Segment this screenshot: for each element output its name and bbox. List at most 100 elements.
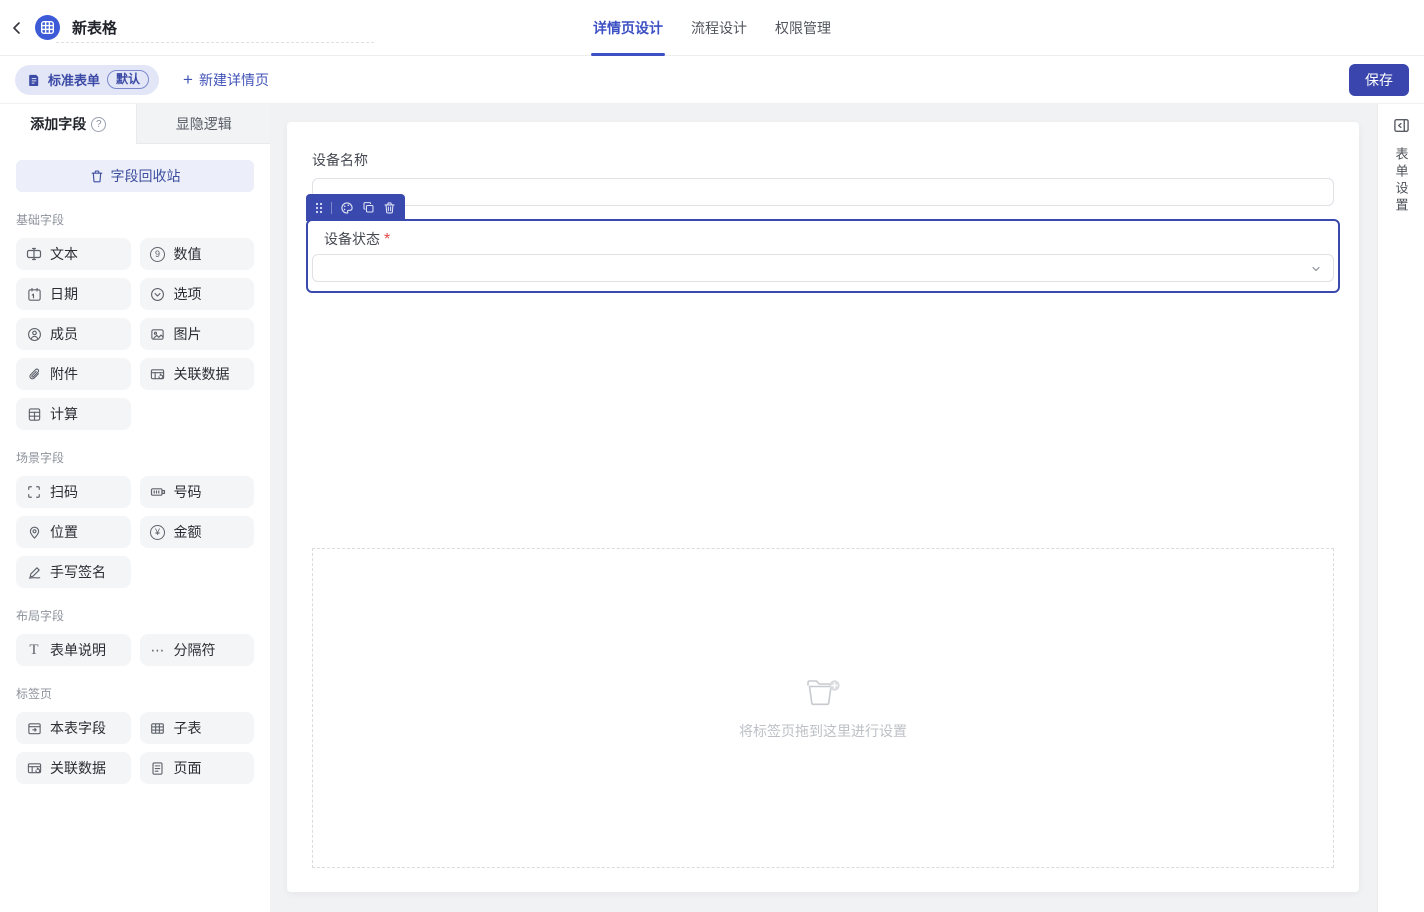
amount-icon: ¥ — [150, 524, 166, 540]
attachment-icon — [26, 366, 42, 382]
image-icon — [150, 326, 166, 342]
help-icon[interactable]: ? — [91, 117, 106, 132]
field-item-date[interactable]: 日期 — [16, 278, 131, 310]
field-item-number[interactable]: 9 数值 — [140, 238, 255, 270]
field-item-signature[interactable]: 手写签名 — [16, 556, 131, 588]
tab-visibility-logic[interactable]: 显隐逻辑 — [136, 104, 270, 144]
tab-page-dropzone[interactable]: 将标签页拖到这里进行设置 — [312, 548, 1334, 868]
field-item-label: 日期 — [50, 284, 78, 304]
canvas-area: 设备名称 — [270, 104, 1377, 912]
folder-plus-icon — [804, 676, 842, 708]
device-status-select[interactable] — [312, 254, 1334, 282]
field-item-label: 计算 — [50, 404, 78, 424]
field-item-attachment[interactable]: 附件 — [16, 358, 131, 390]
signature-icon — [26, 564, 42, 580]
default-badge: 默认 — [107, 70, 149, 89]
section-title-layout-fields: 布局字段 — [16, 607, 254, 624]
field-item-label: 扫码 — [50, 482, 78, 502]
field-item-page[interactable]: 页面 — [140, 752, 255, 784]
basic-fields-grid: 文本 9 数值 日期 选项 — [16, 238, 254, 430]
form-canvas: 设备名称 — [287, 122, 1359, 892]
plus-icon: + — [183, 71, 193, 88]
field-item-label: 成员 — [50, 324, 78, 344]
field-item-linked-data-tab[interactable]: 关联数据 — [16, 752, 131, 784]
drag-handle-icon[interactable] — [315, 202, 323, 214]
field-item-label: 关联数据 — [174, 364, 230, 384]
canvas-field-device-name[interactable]: 设备名称 — [312, 150, 1334, 206]
text-icon — [26, 246, 42, 262]
field-item-subtable[interactable]: 子表 — [140, 712, 255, 744]
field-item-scan[interactable]: 扫码 — [16, 476, 131, 508]
panel-expand-icon[interactable] — [1393, 117, 1410, 134]
form-settings-strip: 表单设置 — [1377, 104, 1424, 912]
canvas-field-device-status[interactable]: 设备状态* — [306, 219, 1340, 293]
field-item-form-description[interactable]: T 表单说明 — [16, 634, 131, 666]
field-item-amount[interactable]: ¥ 金额 — [140, 516, 255, 548]
field-item-label: 手写签名 — [50, 562, 106, 582]
field-label: 设备状态 — [324, 229, 380, 249]
tab-add-field[interactable]: 添加字段 ? — [0, 104, 136, 144]
field-recycle-bin-label: 字段回收站 — [111, 166, 181, 186]
page-title[interactable]: 新表格 — [72, 17, 117, 38]
field-item-label: 数值 — [174, 244, 202, 264]
tab-process-design[interactable]: 流程设计 — [689, 0, 749, 56]
field-item-label: 图片 — [174, 324, 202, 344]
copy-icon[interactable] — [362, 201, 375, 214]
field-item-select[interactable]: 选项 — [140, 278, 255, 310]
palette-icon[interactable] — [340, 201, 354, 215]
field-item-label: 文本 — [50, 244, 78, 264]
tab-permission-management[interactable]: 权限管理 — [773, 0, 833, 56]
main-tabs: 详情页设计 流程设计 权限管理 — [591, 0, 833, 56]
form-settings-label[interactable]: 表单设置 — [1392, 147, 1411, 215]
standard-form-pill[interactable]: 标准表单 默认 — [15, 65, 159, 95]
delete-icon[interactable] — [383, 201, 396, 215]
select-icon — [150, 286, 166, 302]
field-item-member[interactable]: 成员 — [16, 318, 131, 350]
save-button[interactable]: 保存 — [1349, 64, 1409, 96]
field-item-label: 位置 — [50, 522, 78, 542]
phone-number-icon — [150, 484, 166, 500]
tab-pages-grid: 本表字段 子表 关联数据 页面 — [16, 712, 254, 784]
new-detail-page-button[interactable]: + 新建详情页 — [183, 70, 269, 90]
back-icon[interactable] — [6, 17, 28, 39]
field-item-image[interactable]: 图片 — [140, 318, 255, 350]
chevron-down-icon — [1310, 263, 1322, 275]
tab-add-field-label: 添加字段 — [30, 114, 86, 134]
divider-icon: ⋯ — [150, 642, 166, 658]
title-edit-underline — [56, 42, 374, 43]
tab-detail-page-design[interactable]: 详情页设计 — [591, 0, 665, 56]
scenario-fields-grid: 扫码 号码 位置 ¥ 金额 — [16, 476, 254, 588]
field-item-divider[interactable]: ⋯ 分隔符 — [140, 634, 255, 666]
layout-fields-grid: T 表单说明 ⋯ 分隔符 — [16, 634, 254, 666]
field-item-label: 选项 — [174, 284, 202, 304]
field-item-calculation[interactable]: 计算 — [16, 398, 131, 430]
topbar: 新表格 详情页设计 流程设计 权限管理 — [0, 0, 1424, 56]
topbar-left: 新表格 — [0, 0, 117, 55]
device-name-input[interactable] — [312, 178, 1334, 206]
field-item-label: 附件 — [50, 364, 78, 384]
new-detail-page-label: 新建详情页 — [199, 70, 269, 90]
field-item-location[interactable]: 位置 — [16, 516, 131, 548]
trash-icon — [90, 169, 104, 184]
field-item-text[interactable]: 文本 — [16, 238, 131, 270]
field-item-label: 页面 — [174, 758, 202, 778]
field-label: 设备名称 — [312, 150, 1334, 170]
linked-data-icon — [26, 760, 42, 776]
section-title-tab-pages: 标签页 — [16, 685, 254, 702]
content-area: 添加字段 ? 显隐逻辑 字段回收站 基础字段 文本 — [0, 104, 1424, 912]
field-item-label: 本表字段 — [50, 718, 106, 738]
toolbar-divider — [331, 202, 332, 214]
section-title-basic-fields: 基础字段 — [16, 211, 254, 228]
field-item-linked-data[interactable]: 关联数据 — [140, 358, 255, 390]
member-icon — [26, 326, 42, 342]
field-item-label: 子表 — [174, 718, 202, 738]
field-item-current-table-fields[interactable]: 本表字段 — [16, 712, 131, 744]
field-recycle-bin-button[interactable]: 字段回收站 — [16, 160, 254, 192]
sidebar-body: 字段回收站 基础字段 文本 9 数值 日期 — [0, 144, 270, 912]
form-toolbar: 标准表单 默认 + 新建详情页 保存 — [0, 56, 1424, 104]
date-icon — [26, 286, 42, 302]
current-table-fields-icon — [26, 720, 42, 736]
selected-field-toolbar — [306, 194, 405, 221]
field-item-label: 号码 — [174, 482, 202, 502]
field-item-phone-number[interactable]: 号码 — [140, 476, 255, 508]
